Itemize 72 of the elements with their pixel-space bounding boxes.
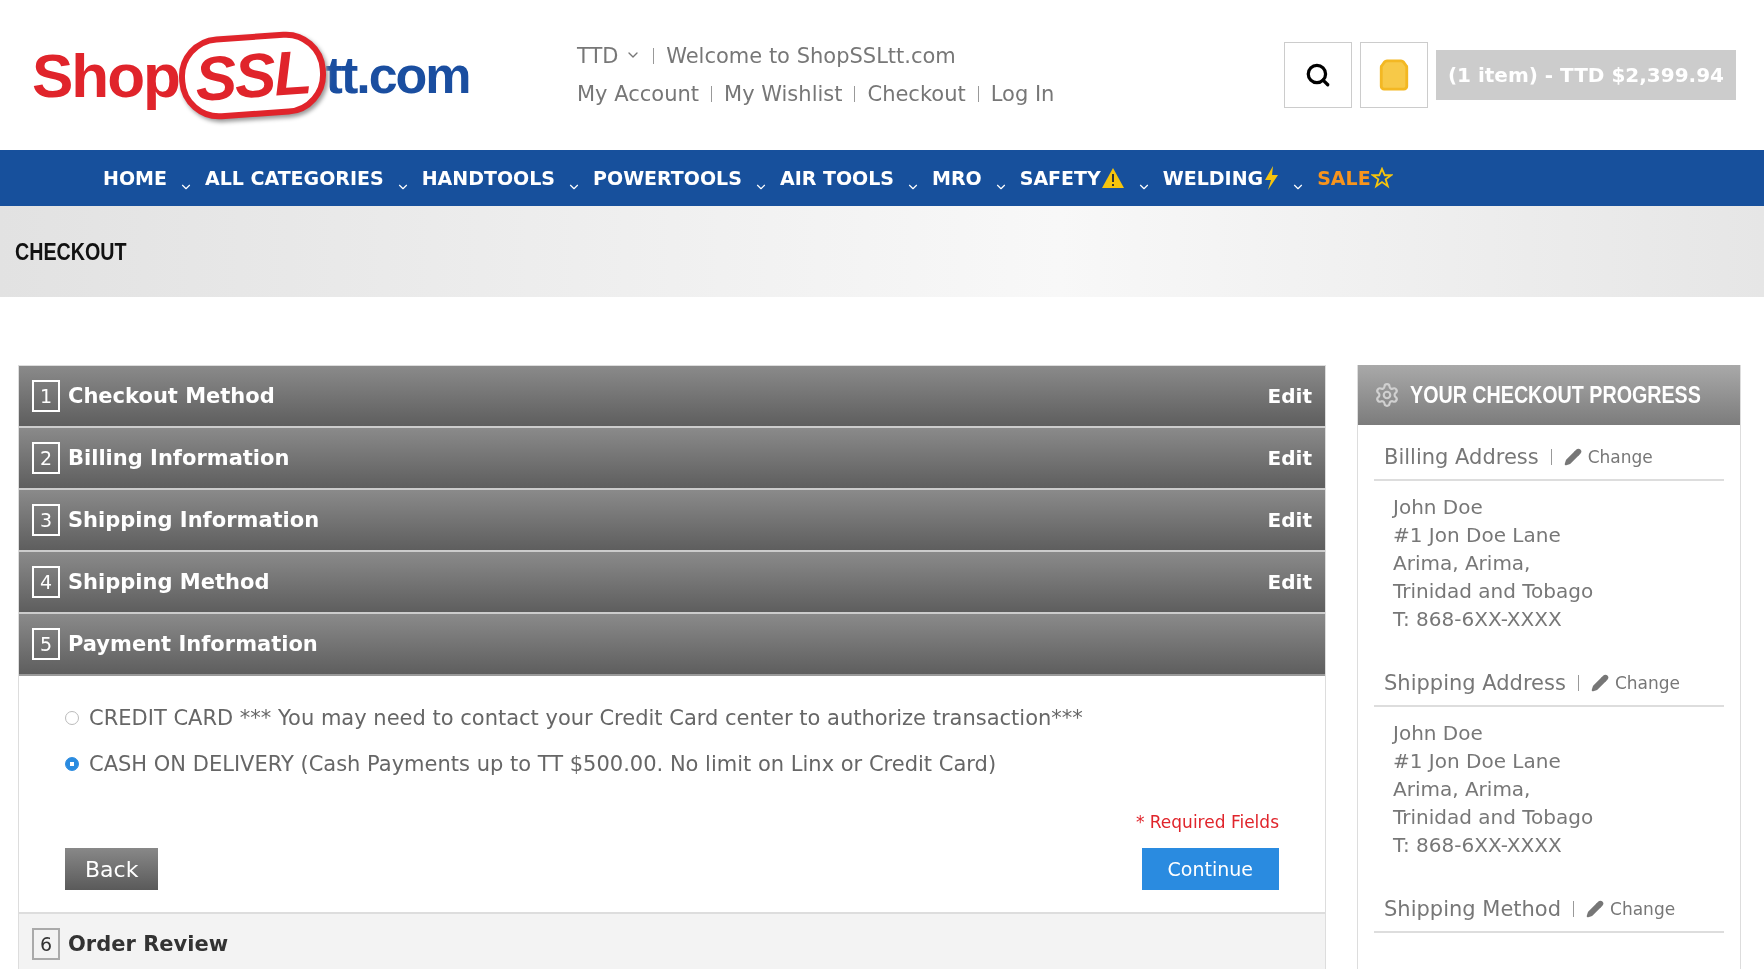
gear-icon [1374, 382, 1400, 408]
back-button[interactable]: Back [65, 848, 159, 890]
nav-item[interactable]: AIR TOOLS [779, 167, 894, 189]
cart-button[interactable] [1359, 42, 1428, 108]
nav-item[interactable]: WELDING [1162, 166, 1280, 190]
continue-button[interactable]: Continue [1141, 848, 1279, 890]
address-line: #1 Jon Doe Lane [1393, 748, 1562, 775]
nav-item[interactable]: SAFETY [1019, 167, 1125, 189]
star-icon [1370, 167, 1393, 189]
radio-button[interactable] [65, 711, 79, 725]
nav-item[interactable]: HANDTOOLS [421, 167, 556, 189]
address-line: Arima, Arima, [1393, 550, 1532, 577]
address-line: T: 868-6XX-XXXX [1393, 832, 1563, 859]
payment-option-label: CREDIT CARD *** You may need to contact your Credit Card center to authorize transaction*** [89, 706, 1083, 730]
welcome-text: Welcome to ShopSSLtt.com [666, 44, 956, 68]
step-header[interactable]: 1 Checkout Method Edit [19, 366, 1325, 428]
required-fields-note: * Required Fields [1134, 812, 1279, 832]
address-line: Trinidad and Tobago [1393, 578, 1595, 605]
pencil-icon [1563, 448, 1582, 466]
header-link[interactable]: My Account [577, 82, 699, 106]
address-line: #1 Jon Doe Lane [1393, 522, 1562, 549]
step-header[interactable]: 5 Payment Information [19, 614, 1325, 676]
header-link[interactable]: My Wishlist [724, 82, 843, 106]
address-line: T: 868-6XX-XXXX [1393, 606, 1563, 633]
nav-item[interactable]: HOME [103, 167, 167, 189]
address-line: Trinidad and Tobago [1393, 804, 1595, 831]
edit-link[interactable]: Edit [1267, 384, 1312, 408]
edit-link[interactable]: Edit [1267, 570, 1312, 594]
section-title: Shipping Address [1384, 671, 1566, 695]
progress-title: YOUR CHECKOUT PROGRESS [1410, 381, 1701, 409]
address-line: Arima, Arima, [1393, 776, 1532, 803]
currency-dropdown[interactable]: TTD [577, 44, 642, 68]
search-icon [1304, 62, 1331, 88]
step-header[interactable]: 4 Shipping Method Edit [19, 552, 1325, 614]
nav-item[interactable]: ALL CATEGORIES [204, 167, 384, 189]
pencil-icon [1590, 674, 1609, 692]
section-title: Shipping Method [1384, 897, 1562, 921]
address-line: John Doe [1393, 720, 1484, 747]
lightning-icon [1263, 166, 1280, 190]
nav-item[interactable]: MRO [932, 167, 982, 189]
page-title: CHECKOUT [15, 237, 127, 266]
edit-link[interactable]: Edit [1267, 446, 1312, 470]
change-link[interactable]: Change [1586, 899, 1676, 919]
step-title: Shipping Information [68, 508, 321, 532]
step-title: Checkout Method [68, 384, 276, 408]
nav-item[interactable]: POWERTOOLS [593, 167, 742, 189]
step-title: Payment Information [68, 632, 319, 656]
step-title: Shipping Method [68, 570, 271, 594]
section-title: Billing Address [1384, 445, 1539, 469]
change-link[interactable]: Change [1563, 447, 1653, 467]
warning-icon [1100, 167, 1125, 189]
step-number: 3 [32, 504, 60, 536]
step-number: 6 [32, 928, 60, 960]
step-number: 1 [32, 380, 60, 412]
step-number: 5 [32, 628, 60, 660]
radio-button[interactable] [65, 757, 79, 771]
header-link[interactable]: Checkout [867, 82, 966, 106]
address-line: John Doe [1393, 494, 1484, 521]
header-link[interactable]: Log In [990, 82, 1055, 106]
edit-link[interactable]: Edit [1267, 508, 1312, 532]
logo-text[interactable]: Shop [32, 39, 179, 111]
payment-option-label: CASH ON DELIVERY (Cash Payments up to TT $500.00. No limit on Linx or Credit Card) [89, 752, 997, 776]
step-title: Billing Information [68, 446, 291, 470]
nav-item[interactable]: SALE [1317, 167, 1393, 189]
step-number: 2 [32, 442, 60, 474]
change-link[interactable]: Change [1590, 673, 1680, 693]
search-button[interactable] [1283, 42, 1352, 108]
step-number: 4 [32, 566, 60, 598]
step-header[interactable]: 3 Shipping Information Edit [19, 490, 1325, 552]
pencil-icon [1586, 900, 1605, 918]
step-header[interactable]: 2 Billing Information Edit [19, 428, 1325, 490]
step-title: Order Review [68, 932, 230, 956]
